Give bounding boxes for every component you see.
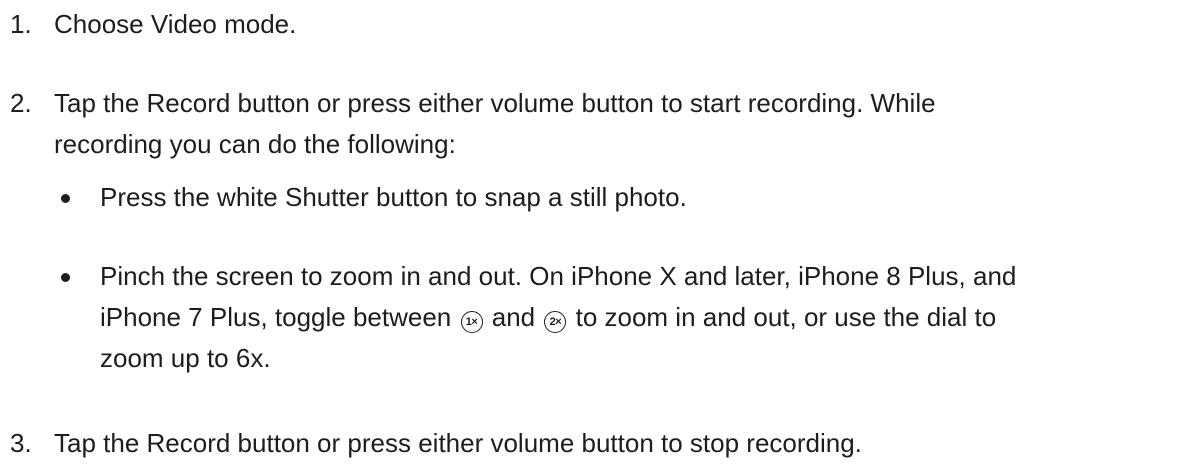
bullet-text-segment: and	[491, 302, 536, 332]
bullet-text-line: iPhone 7 Plus, toggle between 1× and 2× …	[100, 297, 1180, 338]
bullet-text-line: Pinch the screen to zoom in and out. On …	[100, 261, 1017, 291]
bullet-item-shutter: Press the white Shutter button to snap a…	[54, 177, 1180, 218]
zoom-1x-icon: 1×	[460, 311, 483, 333]
step-text-line: Tap the Record button or press either vo…	[54, 88, 936, 118]
bullet-text-segment: iPhone 7 Plus, toggle between	[100, 302, 452, 332]
step-2: 2. Tap the Record button or press either…	[0, 83, 1180, 165]
step-number: 2.	[10, 88, 32, 118]
bullet-text-line: zoom up to 6x.	[100, 343, 271, 373]
step-text: Choose Video mode.	[54, 9, 297, 39]
step-number: 1.	[10, 9, 32, 39]
step-1: 1. Choose Video mode.	[0, 4, 1180, 45]
step-text-line: recording you can do the following:	[54, 129, 456, 159]
step-text: Tap the Record button or press either vo…	[54, 428, 862, 458]
bullet-text-segment: to zoom in and out, or use the dial to	[575, 302, 997, 332]
bullet-dot-icon	[61, 273, 70, 282]
step-3: 3. Tap the Record button or press either…	[0, 423, 1180, 464]
bullet-text: Press the white Shutter button to snap a…	[100, 182, 687, 212]
bullet-dot-icon	[61, 194, 70, 203]
zoom-2x-icon: 2×	[544, 311, 567, 333]
step-number: 3.	[10, 428, 32, 458]
bullet-item-zoom: Pinch the screen to zoom in and out. On …	[54, 256, 1180, 379]
